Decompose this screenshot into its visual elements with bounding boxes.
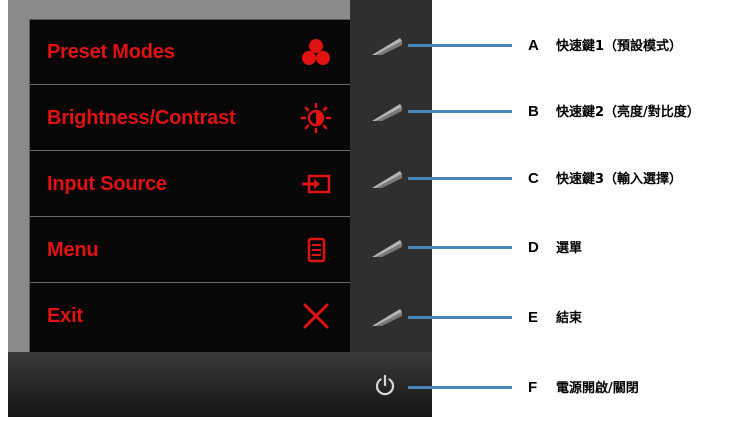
callout-letter: F xyxy=(528,379,538,396)
callout-b: B 快速鍵2（亮度/對比度） xyxy=(528,100,700,122)
callout-line-f xyxy=(408,386,512,389)
preset-modes-icon xyxy=(302,39,330,65)
callout-letter: A xyxy=(528,37,539,54)
osd-item-label: Exit xyxy=(47,305,83,327)
callout-text: 結束 xyxy=(556,311,583,326)
callout-line-e xyxy=(408,316,512,319)
callout-text: 快速鍵3（輸入選擇） xyxy=(556,172,683,187)
menu-icon xyxy=(307,237,326,263)
exit-icon xyxy=(303,303,329,329)
button-c[interactable] xyxy=(370,168,404,190)
input-source-icon xyxy=(302,174,331,194)
osd-item-label: Brightness/Contrast xyxy=(47,107,236,129)
callout-letter: B xyxy=(528,103,539,120)
callout-text: 快速鍵2（亮度/對比度） xyxy=(556,105,700,120)
osd-item-label: Menu xyxy=(47,239,99,261)
button-b[interactable] xyxy=(370,101,404,123)
callout-text: 選單 xyxy=(556,241,583,256)
osd-menu: Preset Modes Brightness/Contrast Input S… xyxy=(29,19,350,352)
button-d[interactable] xyxy=(370,237,404,259)
button-e[interactable] xyxy=(370,306,404,328)
brightness-contrast-icon xyxy=(300,103,332,133)
callout-line-a xyxy=(408,44,512,47)
osd-item-preset-modes[interactable]: Preset Modes xyxy=(30,20,350,85)
callout-c: C 快速鍵3（輸入選擇） xyxy=(528,167,682,189)
callout-e: E 結束 xyxy=(528,306,582,328)
osd-item-menu[interactable]: Menu xyxy=(30,218,350,283)
osd-item-label: Input Source xyxy=(47,173,167,195)
callout-a: A 快速鍵1（預設模式） xyxy=(528,34,682,56)
callout-line-c xyxy=(408,177,512,180)
callout-f: F 電源開啟/關閉 xyxy=(528,376,639,398)
osd-item-brightness-contrast[interactable]: Brightness/Contrast xyxy=(30,86,350,151)
callout-line-d xyxy=(408,246,512,249)
power-icon[interactable] xyxy=(374,374,396,396)
osd-item-input-source[interactable]: Input Source xyxy=(30,152,350,217)
monitor-bottom-bezel xyxy=(8,352,432,417)
callout-text: 電源開啟/關閉 xyxy=(556,381,639,396)
callout-letter: E xyxy=(528,309,539,326)
callout-line-b xyxy=(408,110,512,113)
callout-text: 快速鍵1（預設模式） xyxy=(556,39,683,54)
osd-item-label: Preset Modes xyxy=(47,41,175,63)
callout-letter: D xyxy=(528,239,539,256)
callout-d: D 選單 xyxy=(528,236,582,258)
callout-letter: C xyxy=(528,170,539,187)
button-a[interactable] xyxy=(370,35,404,57)
osd-item-exit[interactable]: Exit xyxy=(30,284,350,348)
